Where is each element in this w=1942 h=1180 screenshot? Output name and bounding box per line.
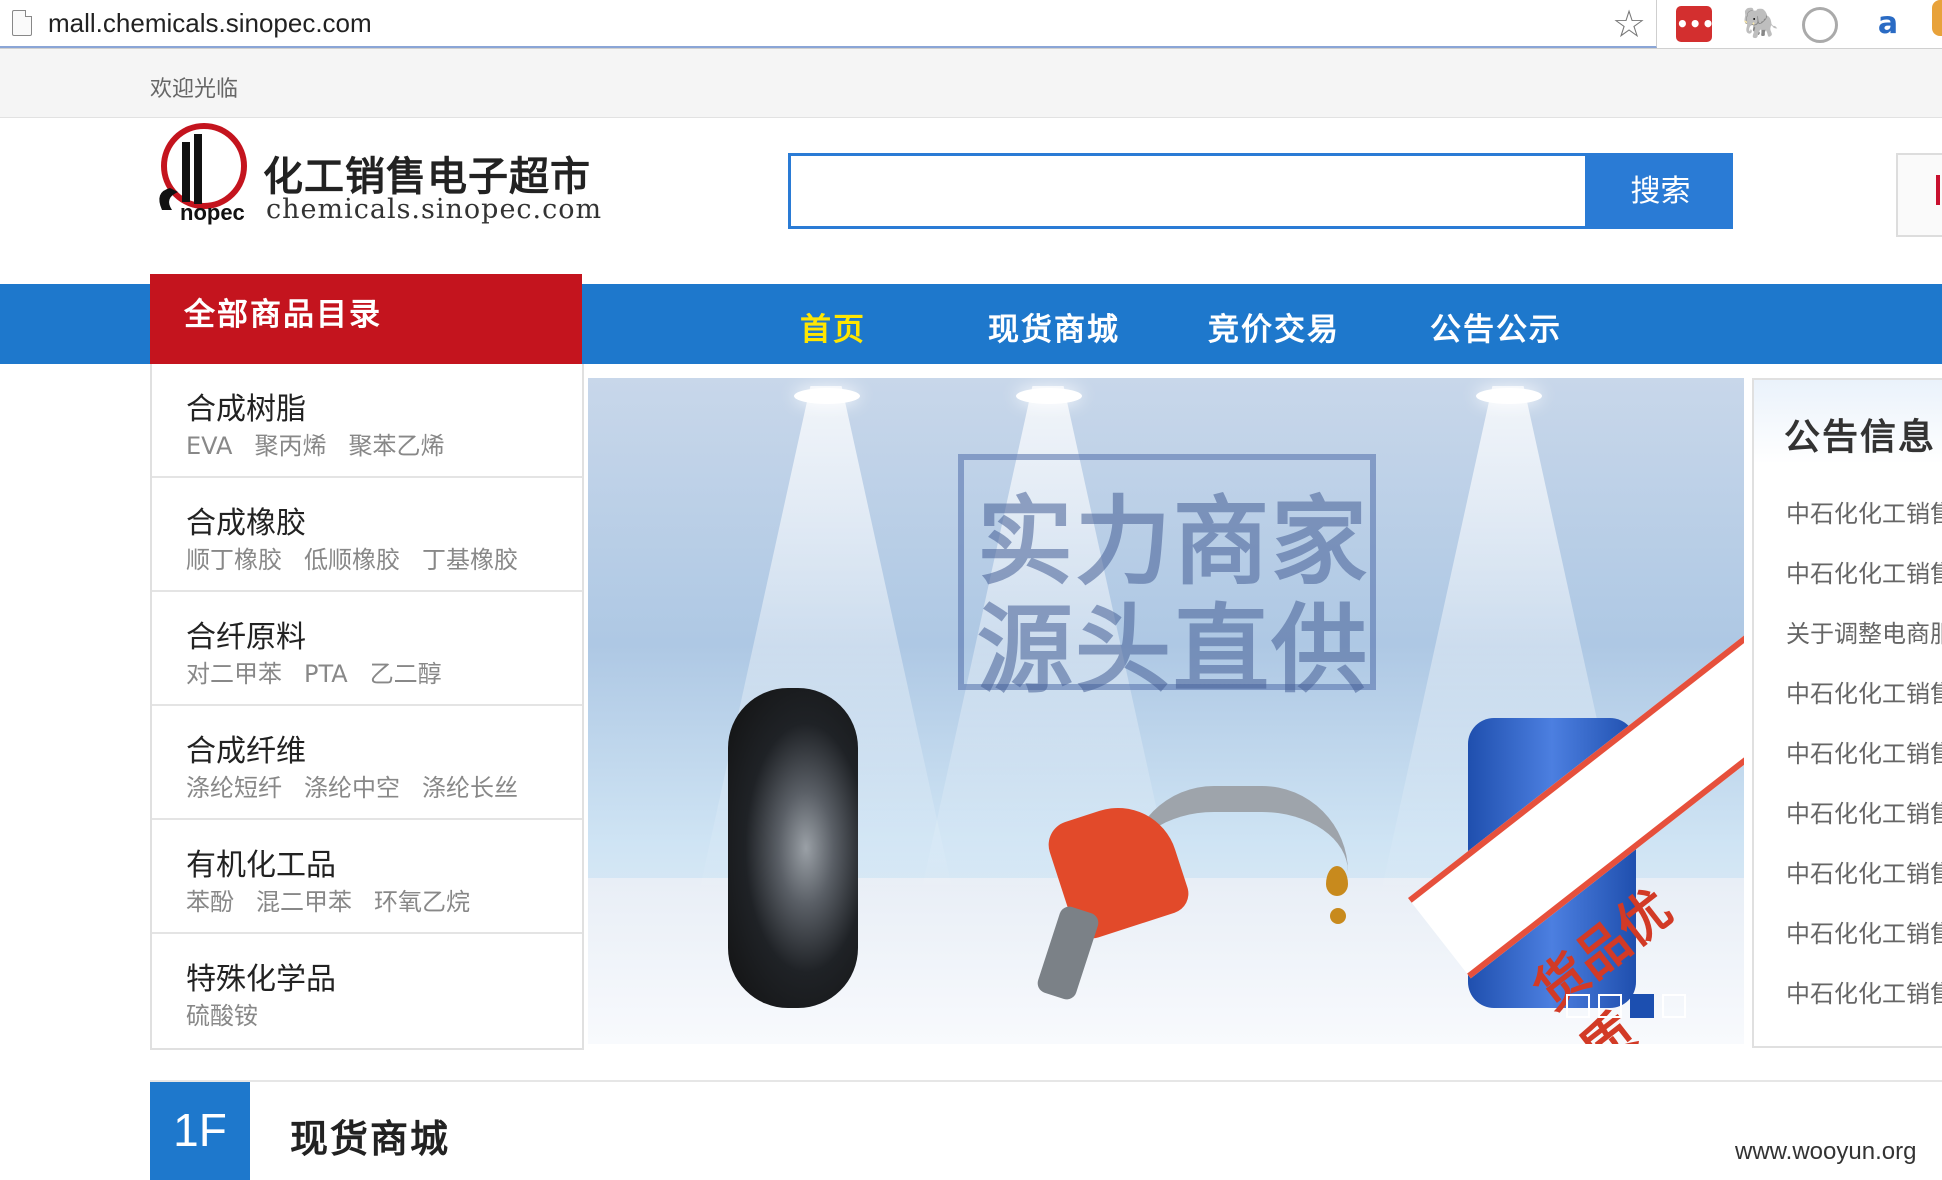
tire-icon bbox=[728, 688, 858, 1008]
svg-text:nopec: nopec bbox=[180, 200, 245, 225]
category-subs: EVA 聚丙烯 聚苯乙烯 bbox=[186, 426, 466, 461]
oil-drop-icon bbox=[1326, 866, 1348, 896]
browser-toolbar: mall.chemicals.sinopec.com ☆ ••• 🐘 a bbox=[0, 0, 1942, 49]
top-welcome-bar: 欢迎光临 bbox=[0, 49, 1942, 118]
subcategory-link[interactable]: 乙二醇 bbox=[370, 660, 442, 688]
banner-slogan-line: 源头直供 bbox=[977, 594, 1369, 706]
notice-link[interactable]: 中石化化工销售 bbox=[1786, 854, 1942, 889]
floor-title[interactable]: 现货商城 bbox=[290, 1108, 450, 1163]
category-name[interactable]: 合纤原料 bbox=[186, 612, 306, 656]
subcategory-link[interactable]: 苯酚 bbox=[186, 888, 234, 916]
category-item[interactable]: 合成橡胶 顺丁橡胶 低顺橡胶 丁基橡胶 bbox=[152, 478, 582, 592]
search-input[interactable] bbox=[788, 153, 1588, 229]
banner-carousel[interactable]: 实力商家 源头直供 货品优质 bbox=[588, 378, 1744, 1044]
category-subs: 硫酸铵 bbox=[186, 996, 280, 1031]
nav-spot-mall[interactable]: 现货商城 bbox=[988, 304, 1120, 349]
notice-link[interactable]: 关于调整电商服 bbox=[1786, 614, 1942, 649]
banner-slogan-box: 实力商家 源头直供 bbox=[958, 454, 1376, 706]
subcategory-link[interactable]: 聚苯乙烯 bbox=[348, 432, 444, 460]
subcategory-link[interactable]: 硫酸铵 bbox=[186, 1002, 258, 1030]
category-menu-header[interactable]: 全部商品目录 bbox=[150, 274, 582, 364]
logo-subtitle: chemicals.sinopec.com bbox=[266, 194, 603, 225]
category-subs: 涤纶短纤 涤纶中空 涤纶长丝 bbox=[186, 768, 540, 803]
subcategory-link[interactable]: 涤纶长丝 bbox=[422, 774, 518, 802]
subcategory-link[interactable]: 对二甲苯 bbox=[186, 660, 282, 688]
category-item[interactable]: 特殊化学品 硫酸铵 bbox=[152, 934, 582, 1048]
category-item[interactable]: 合成树脂 EVA 聚丙烯 聚苯乙烯 bbox=[152, 364, 582, 478]
sinopec-logo-icon[interactable]: nopec bbox=[152, 122, 252, 226]
subcategory-link[interactable]: 聚丙烯 bbox=[254, 432, 326, 460]
category-name[interactable]: 有机化工品 bbox=[186, 840, 336, 884]
cart-button[interactable] bbox=[1896, 153, 1942, 237]
notice-link[interactable]: 中石化化工销售 bbox=[1786, 674, 1942, 709]
floor-divider bbox=[150, 1080, 1942, 1082]
notice-link[interactable]: 中石化化工销售 bbox=[1786, 734, 1942, 769]
notice-header: 公告信息 bbox=[1754, 380, 1942, 464]
category-item[interactable]: 合成纤维 涤纶短纤 涤纶中空 涤纶长丝 bbox=[152, 706, 582, 820]
carousel-dot[interactable] bbox=[1566, 994, 1590, 1018]
lastpass-icon[interactable]: ••• bbox=[1676, 6, 1714, 42]
category-name[interactable]: 特殊化学品 bbox=[186, 954, 336, 998]
subcategory-link[interactable]: 涤纶短纤 bbox=[186, 774, 282, 802]
notice-link[interactable]: 中石化化工销售 bbox=[1786, 494, 1942, 529]
subcategory-link[interactable]: 低顺橡胶 bbox=[304, 546, 400, 574]
address-bar[interactable]: mall.chemicals.sinopec.com ☆ bbox=[0, 0, 1657, 48]
welcome-text: 欢迎光临 bbox=[150, 77, 239, 102]
subcategory-link[interactable]: 混二甲苯 bbox=[256, 888, 352, 916]
category-subs: 对二甲苯 PTA 乙二醇 bbox=[186, 654, 464, 689]
subcategory-link[interactable]: 涤纶中空 bbox=[304, 774, 400, 802]
cart-icon bbox=[1936, 175, 1940, 205]
category-name[interactable]: 合成纤维 bbox=[186, 726, 306, 770]
category-sidebar: 合成树脂 EVA 聚丙烯 聚苯乙烯 合成橡胶 顺丁橡胶 低顺橡胶 丁基橡胶 合纤原料 对… bbox=[150, 364, 584, 1050]
oil-drop-icon bbox=[1330, 908, 1346, 924]
carousel-dot-active[interactable] bbox=[1630, 994, 1654, 1018]
category-subs: 顺丁橡胶 低顺橡胶 丁基橡胶 bbox=[186, 540, 540, 575]
notice-link[interactable]: 中石化化工销售 bbox=[1786, 914, 1942, 949]
carousel-dot[interactable] bbox=[1662, 994, 1686, 1018]
nav-announcements[interactable]: 公告公示 bbox=[1430, 304, 1562, 349]
search-button[interactable]: 搜索 bbox=[1588, 153, 1733, 229]
amazon-icon[interactable]: a bbox=[1870, 6, 1906, 42]
subcategory-link[interactable]: 环氧乙烷 bbox=[374, 888, 470, 916]
watermark-text: www.wooyun.org bbox=[1735, 1138, 1917, 1165]
category-item[interactable]: 有机化工品 苯酚 混二甲苯 环氧乙烷 bbox=[152, 820, 582, 934]
subcategory-link[interactable]: EVA bbox=[186, 432, 232, 460]
page-icon bbox=[12, 10, 32, 36]
notice-link[interactable]: 中石化化工销售 bbox=[1786, 554, 1942, 589]
category-subs: 苯酚 混二甲苯 环氧乙烷 bbox=[186, 882, 492, 917]
notice-panel: 公告信息 中石化化工销售 中石化化工销售 关于调整电商服 中石化化工销售 中石化… bbox=[1752, 378, 1942, 1048]
spotlight-lamp-icon bbox=[794, 388, 860, 404]
notice-title: 公告信息 bbox=[1784, 417, 1937, 458]
floor-badge: 1F bbox=[150, 1082, 250, 1180]
evernote-icon[interactable]: 🐘 bbox=[1742, 6, 1779, 42]
subcategory-link[interactable]: PTA bbox=[304, 660, 348, 688]
subcategory-link[interactable]: 丁基橡胶 bbox=[422, 546, 518, 574]
notice-link[interactable]: 中石化化工销售 bbox=[1786, 794, 1942, 829]
category-item[interactable]: 合纤原料 对二甲苯 PTA 乙二醇 bbox=[152, 592, 582, 706]
notice-link[interactable]: 中石化化工销售 bbox=[1786, 974, 1942, 1009]
carousel-indicators bbox=[1566, 994, 1694, 1020]
spotlight-lamp-icon bbox=[1016, 388, 1082, 404]
bookmark-star-icon[interactable]: ☆ bbox=[1612, 2, 1646, 46]
subcategory-link[interactable]: 顺丁橡胶 bbox=[186, 546, 282, 574]
sync-icon[interactable] bbox=[1802, 7, 1838, 43]
category-name[interactable]: 合成树脂 bbox=[186, 384, 306, 428]
carousel-dot[interactable] bbox=[1598, 994, 1622, 1018]
spotlight-lamp-icon bbox=[1476, 388, 1542, 404]
category-name[interactable]: 合成橡胶 bbox=[186, 498, 306, 542]
nav-auction[interactable]: 竞价交易 bbox=[1208, 304, 1340, 349]
nav-home[interactable]: 首页 bbox=[800, 304, 866, 349]
url-text[interactable]: mall.chemicals.sinopec.com bbox=[48, 8, 372, 39]
extension-edge-icon[interactable] bbox=[1932, 0, 1942, 36]
